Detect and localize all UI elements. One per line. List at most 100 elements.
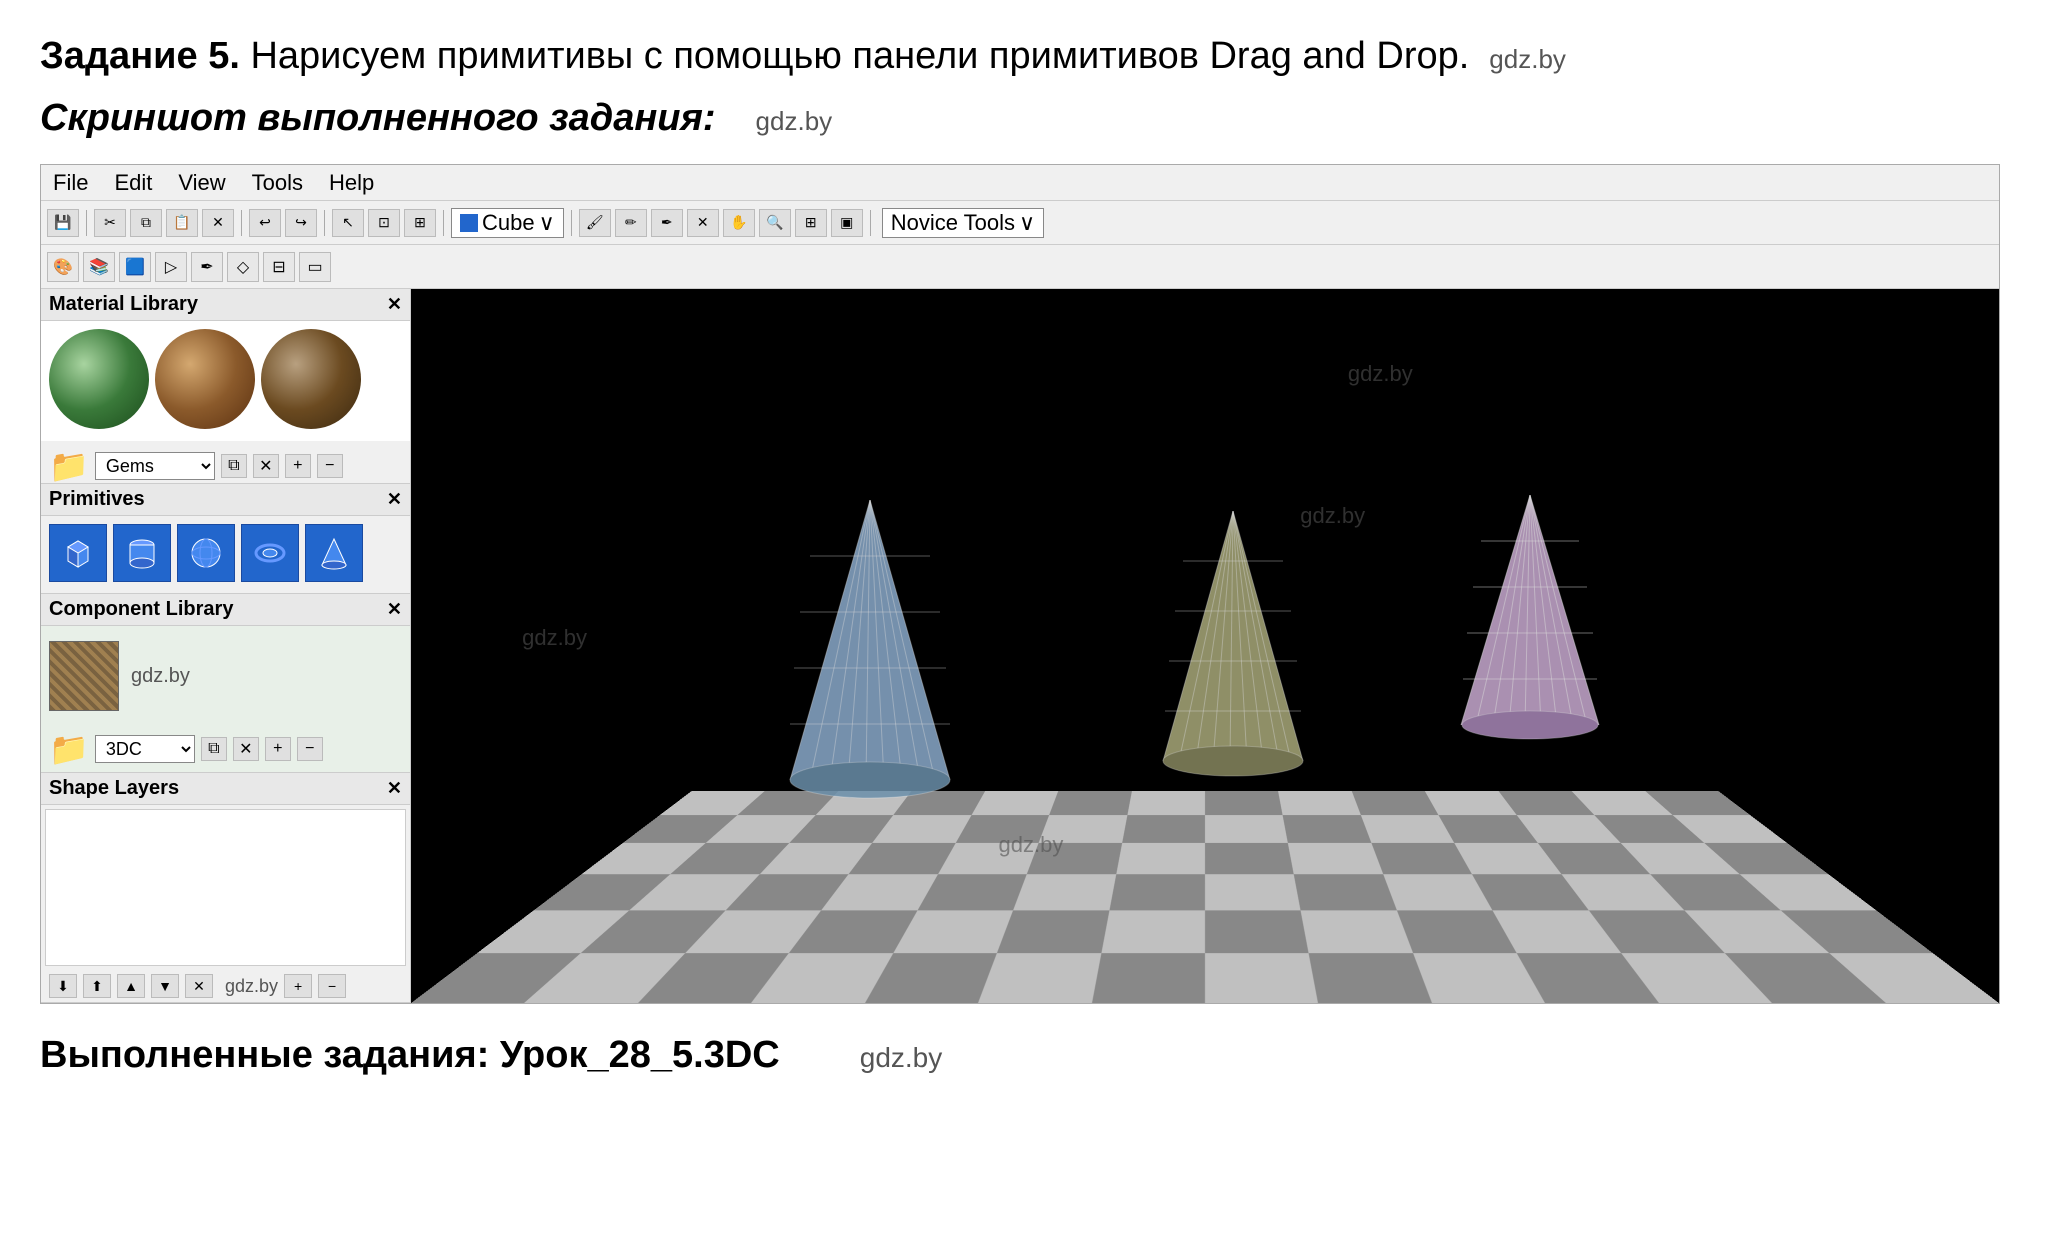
task-title-rest: Нарисуем примитивы с помощью панели прим… bbox=[250, 35, 1469, 77]
left-panel: Material Library ✕ 📁 Gems ⧉ bbox=[41, 289, 411, 1003]
sep-5 bbox=[571, 210, 572, 236]
menu-file[interactable]: File bbox=[49, 168, 92, 198]
viewport-gdz-4: gdz.by bbox=[1348, 361, 1413, 387]
toolbar-1: 💾 ✂ ⧉ 📋 ✕ ↩ ↪ ↖ ⊡ ⊞ Cube ∨ 🖌 ✏ ✒ ✕ bbox=[41, 201, 1999, 245]
primitive-torus[interactable] bbox=[241, 524, 299, 582]
primitive-sphere[interactable] bbox=[177, 524, 235, 582]
shape-layers-section: Shape Layers ✕ ⬇ ⬆ ▲ ▼ ✕ gdz.by + − bbox=[41, 773, 410, 1003]
delete-button[interactable]: ✕ bbox=[202, 209, 234, 237]
component-library-section: Component Library ✕ gdz.by 📁 3DC ⧉ ✕ bbox=[41, 594, 410, 773]
diamond-button[interactable]: ◇ bbox=[227, 252, 259, 282]
paint-button[interactable]: 🖌 bbox=[579, 209, 611, 237]
material-library-title: Material Library bbox=[49, 293, 198, 316]
redo-button[interactable]: ↪ bbox=[285, 209, 317, 237]
cone-pink-svg bbox=[1443, 495, 1618, 745]
rect-button[interactable]: ▭ bbox=[299, 252, 331, 282]
library-button[interactable]: 📚 bbox=[83, 252, 115, 282]
layer-btn-2[interactable]: ⬆ bbox=[83, 974, 111, 998]
material-thumb-brown[interactable] bbox=[155, 329, 255, 429]
primitive-cone[interactable] bbox=[305, 524, 363, 582]
primitives-title: Primitives bbox=[49, 488, 145, 511]
material-thumb-green[interactable] bbox=[49, 329, 149, 429]
component-controls: 📁 3DC ⧉ ✕ + − bbox=[41, 726, 410, 772]
paint3-button[interactable]: 🎨 bbox=[47, 252, 79, 282]
menu-tools[interactable]: Tools bbox=[248, 168, 307, 198]
main-area: Material Library ✕ 📁 Gems ⧉ bbox=[41, 289, 1999, 1003]
cone-blue-svg bbox=[760, 500, 980, 810]
material-add-btn[interactable]: + bbox=[285, 454, 311, 478]
cones-container bbox=[411, 289, 1999, 1003]
grid2-button[interactable]: ⊟ bbox=[263, 252, 295, 282]
component-thumb[interactable] bbox=[49, 641, 119, 711]
sep-3 bbox=[324, 210, 325, 236]
bottom-gdz: gdz.by bbox=[860, 1042, 943, 1074]
shape-layers-gdz: gdz.by bbox=[225, 976, 278, 997]
layer-btn-4[interactable]: ▼ bbox=[151, 974, 179, 998]
save-button[interactable]: 💾 bbox=[47, 209, 79, 237]
component-content: gdz.by bbox=[41, 626, 410, 726]
menu-view[interactable]: View bbox=[174, 168, 229, 198]
gdz-watermark-2: gdz.by bbox=[756, 106, 833, 137]
cut-button[interactable]: ✂ bbox=[94, 209, 126, 237]
material-thumb-dark[interactable] bbox=[261, 329, 361, 429]
component-library-header: Component Library ✕ bbox=[41, 594, 410, 626]
arrow2-button[interactable]: ▷ bbox=[155, 252, 187, 282]
cross-button[interactable]: ✕ bbox=[687, 209, 719, 237]
select2-button[interactable]: ⊡ bbox=[368, 209, 400, 237]
novice-tools-arrow: ∨ bbox=[1019, 210, 1035, 236]
shape-layers-close[interactable]: ✕ bbox=[387, 778, 402, 799]
hand-button[interactable]: ✋ bbox=[723, 209, 755, 237]
layer-btn-1[interactable]: ⬇ bbox=[49, 974, 77, 998]
cone-olive-svg bbox=[1141, 511, 1326, 781]
menu-bar: File Edit View Tools Help bbox=[41, 165, 1999, 201]
menu-help[interactable]: Help bbox=[325, 168, 378, 198]
cube-dropdown[interactable]: Cube ∨ bbox=[451, 208, 564, 238]
material-delete-btn[interactable]: ✕ bbox=[253, 454, 279, 478]
bottom-row: Выполненные задания: Урок_28_5.3DC gdz.b… bbox=[40, 1024, 2011, 1077]
material-minus-btn[interactable]: − bbox=[317, 454, 343, 478]
comp-delete-btn[interactable]: ✕ bbox=[233, 737, 259, 761]
paint2-button[interactable]: ✏ bbox=[615, 209, 647, 237]
pen-button[interactable]: ✒ bbox=[651, 209, 683, 237]
comp-copy-btn[interactable]: ⧉ bbox=[201, 737, 227, 761]
sep-2 bbox=[241, 210, 242, 236]
material-library-section: Material Library ✕ 📁 Gems ⧉ bbox=[41, 289, 410, 484]
zoom-button[interactable]: 🔍 bbox=[759, 209, 791, 237]
viewport-gdz-2: gdz.by bbox=[999, 832, 1064, 858]
copy-button[interactable]: ⧉ bbox=[130, 209, 162, 237]
menu-edit[interactable]: Edit bbox=[110, 168, 156, 198]
sep-4 bbox=[443, 210, 444, 236]
comp-minus-btn[interactable]: − bbox=[297, 737, 323, 761]
novice-tools-dropdown[interactable]: Novice Tools ∨ bbox=[882, 208, 1044, 238]
task-title-row: Задание 5. Нарисуем примитивы с помощью … bbox=[40, 30, 2011, 93]
layer-btn-x[interactable]: ✕ bbox=[185, 974, 213, 998]
cube2-button[interactable]: 🟦 bbox=[119, 252, 151, 282]
cone-olive-wrapper bbox=[1141, 511, 1326, 789]
select-button[interactable]: ↖ bbox=[332, 209, 364, 237]
grid-button[interactable]: ⊞ bbox=[795, 209, 827, 237]
comp-add-btn[interactable]: + bbox=[265, 737, 291, 761]
comp-dropdown[interactable]: 3DC bbox=[95, 735, 195, 763]
primitives-close[interactable]: ✕ bbox=[387, 489, 402, 510]
select3-button[interactable]: ⊞ bbox=[404, 209, 436, 237]
novice-tools-label: Novice Tools bbox=[891, 210, 1015, 236]
layer-btn-minus[interactable]: − bbox=[318, 974, 346, 998]
gdz-watermark-1: gdz.by bbox=[1489, 44, 1566, 75]
frame-button[interactable]: ▣ bbox=[831, 209, 863, 237]
layer-btn-3[interactable]: ▲ bbox=[117, 974, 145, 998]
undo-button[interactable]: ↩ bbox=[249, 209, 281, 237]
component-library-close[interactable]: ✕ bbox=[387, 599, 402, 620]
material-thumbnails bbox=[41, 321, 410, 441]
paste-button[interactable]: 📋 bbox=[166, 209, 198, 237]
material-dropdown[interactable]: Gems bbox=[95, 452, 215, 480]
primitive-cylinder[interactable] bbox=[113, 524, 171, 582]
task-title: Задание 5. Нарисуем примитивы с помощью … bbox=[40, 30, 1469, 83]
primitives-section: Primitives ✕ bbox=[41, 484, 410, 594]
layer-btn-add[interactable]: + bbox=[284, 974, 312, 998]
material-copy-btn[interactable]: ⧉ bbox=[221, 454, 247, 478]
material-folder-icon: 📁 bbox=[49, 447, 89, 485]
primitive-cube[interactable] bbox=[49, 524, 107, 582]
pen2-button[interactable]: ✒ bbox=[191, 252, 223, 282]
material-library-close[interactable]: ✕ bbox=[387, 294, 402, 315]
sep-6 bbox=[870, 210, 871, 236]
